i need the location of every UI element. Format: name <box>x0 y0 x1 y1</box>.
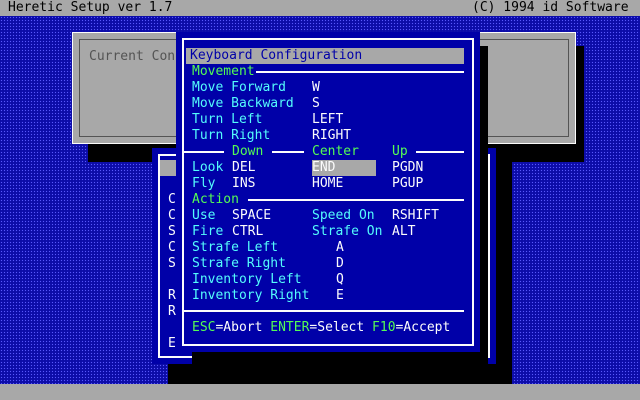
inventory-left-label: Inventory Left <box>192 272 302 287</box>
enter-key-hint[interactable]: ENTER <box>270 320 309 335</box>
fire-key[interactable]: CTRL <box>232 224 263 240</box>
title-bar: Heretic Setup ver 1.7 (C) 1994 id Softwa… <box>0 0 640 16</box>
inventory-left-key[interactable]: Q <box>336 272 344 288</box>
strafe-right-key[interactable]: D <box>336 256 344 272</box>
col-down-heading: Down <box>232 144 264 159</box>
copyright-text: (C) 1994 id Software <box>472 0 629 15</box>
strafe-right-label: Strafe Right <box>192 256 286 271</box>
footer-help: ESC=Abort ENTER=Select F10=Accept <box>192 320 450 336</box>
look-label: Look <box>192 160 224 175</box>
footer-divider <box>184 310 464 312</box>
menu-letter: R <box>168 304 176 319</box>
status-bar <box>0 384 640 400</box>
col-up-heading: Up <box>392 144 408 159</box>
menu-letter: C <box>168 208 176 223</box>
fire-label: Fire <box>192 224 224 239</box>
look-down-key[interactable]: DEL <box>232 160 255 176</box>
select-text: =Select <box>309 320 373 335</box>
strafe-left-key[interactable]: A <box>336 240 344 256</box>
col-center-heading: Center <box>312 144 359 159</box>
strafe-on-key[interactable]: ALT <box>392 224 415 240</box>
f10-key-hint[interactable]: F10 <box>372 320 395 335</box>
turn-left-label: Turn Left <box>192 112 263 127</box>
use-key[interactable]: SPACE <box>232 208 271 224</box>
menu-letter: C <box>168 192 176 207</box>
look-center-key-selected[interactable]: END <box>312 160 376 176</box>
abort-text: =Abort <box>215 320 271 335</box>
menu-letter: S <box>168 256 176 271</box>
fly-label: Fly <box>192 176 216 191</box>
esc-key-hint[interactable]: ESC <box>192 320 215 335</box>
dialog-title: Keyboard Configuration <box>186 48 464 64</box>
menu-letter: S <box>168 224 176 239</box>
movement-heading: Movement <box>192 64 255 79</box>
use-label: Use <box>192 208 216 223</box>
look-divider-right <box>416 151 464 153</box>
move-forward-label: Move Forward <box>192 80 286 95</box>
menu-letter: E <box>168 336 176 351</box>
speed-on-label: Speed On <box>312 208 375 223</box>
move-backward-label: Move Backward <box>192 96 294 111</box>
inventory-right-label: Inventory Right <box>192 288 310 303</box>
speed-on-key[interactable]: RSHIFT <box>392 208 439 224</box>
current-config-label: Current Con <box>89 49 176 64</box>
fly-down-key[interactable]: INS <box>232 176 255 192</box>
turn-right-key[interactable]: RIGHT <box>312 128 351 144</box>
fly-center-key[interactable]: HOME <box>312 176 343 192</box>
action-heading: Action <box>192 192 239 207</box>
movement-divider <box>256 71 464 73</box>
move-backward-key[interactable]: S <box>312 96 320 112</box>
strafe-left-label: Strafe Left <box>192 240 279 255</box>
action-divider <box>248 199 464 201</box>
turn-left-key[interactable]: LEFT <box>312 112 343 128</box>
look-divider-left <box>184 151 224 153</box>
menu-letter: R <box>168 288 176 303</box>
turn-right-label: Turn Right <box>192 128 271 143</box>
fly-up-key[interactable]: PGUP <box>392 176 423 192</box>
strafe-on-label: Strafe On <box>312 224 383 239</box>
look-up-key[interactable]: PGDN <box>392 160 423 176</box>
look-divider-mid <box>272 151 304 153</box>
accept-text: =Accept <box>395 320 451 335</box>
app-title: Heretic Setup ver 1.7 <box>8 0 173 15</box>
menu-letter: C <box>168 240 176 255</box>
move-forward-key[interactable]: W <box>312 80 320 96</box>
inventory-right-key[interactable]: E <box>336 288 344 304</box>
